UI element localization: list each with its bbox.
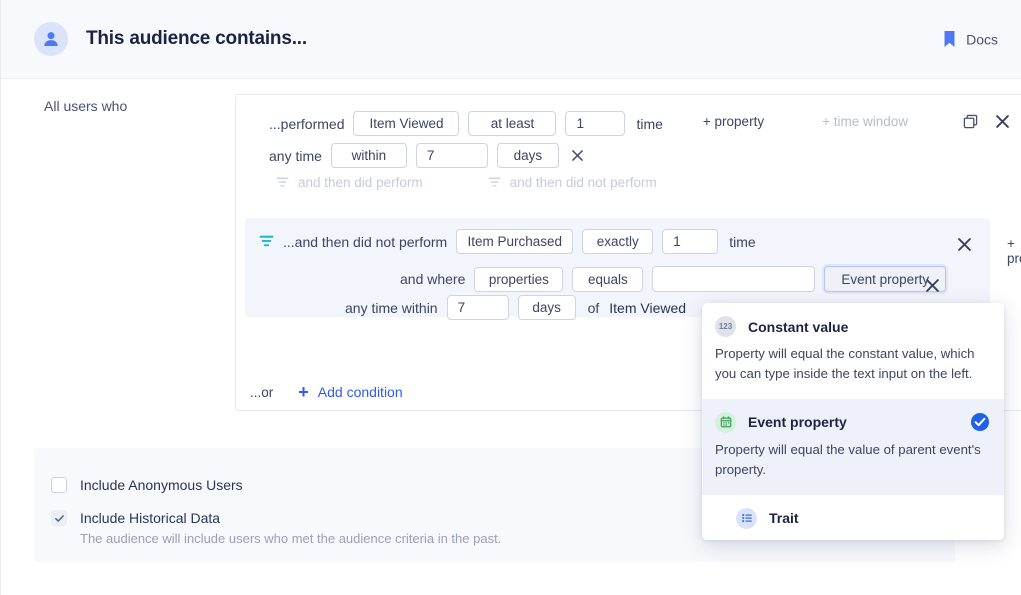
calendar-icon (715, 412, 736, 433)
condition1-row-time: any time within 7 days (269, 143, 587, 168)
event-select[interactable]: Item Viewed (353, 111, 459, 136)
dropdown-item-title: Event property (748, 414, 847, 430)
check-icon (54, 513, 65, 524)
dropdown-item-description: Property will equal the value of parent … (715, 440, 989, 481)
condition2-time-value-input[interactable]: 7 (447, 295, 509, 320)
avatar (34, 22, 68, 56)
dropdown-item-description: Property will equal the constant value, … (715, 344, 989, 385)
condition2-event-select[interactable]: Item Purchased (456, 229, 573, 254)
docs-label: Docs (966, 31, 998, 47)
dropdown-item-header: 123 Constant value (715, 316, 989, 337)
include-anonymous-checkbox[interactable] (51, 477, 67, 493)
include-historical-label: Include Historical Data (80, 510, 501, 526)
remove-time-window-icon[interactable] (569, 147, 587, 165)
add-time-window-button[interactable]: + time window (822, 114, 908, 129)
plus-icon: + (298, 383, 309, 401)
where-close-icon[interactable] (923, 276, 941, 294)
condition2-close-icon[interactable] (955, 235, 973, 253)
condition2-time-label: any time within (345, 300, 438, 316)
all-users-label: All users who (44, 98, 127, 114)
filter-icon (276, 176, 289, 189)
count-suffix: time (636, 116, 662, 132)
condition2-operator-select[interactable]: exactly (582, 229, 653, 254)
and-then-did-perform-link[interactable]: and then did perform (276, 175, 423, 190)
time-operator-select[interactable]: within (331, 143, 407, 168)
dropdown-item-constant-value[interactable]: 123 Constant value Property will equal t… (702, 303, 1004, 399)
dropdown-item-header: Trait (715, 508, 989, 529)
where-value-input[interactable] (652, 266, 815, 292)
count-input[interactable]: 1 (565, 111, 625, 136)
add-condition-button[interactable]: + Add condition (298, 383, 402, 401)
filter-icon (259, 234, 274, 249)
include-anonymous-row[interactable]: Include Anonymous Users (51, 477, 243, 493)
dropdown-item-event-property[interactable]: Event property Property will equal the v… (702, 399, 1004, 495)
dropdown-item-title: Constant value (748, 319, 848, 335)
value-type-dropdown: 123 Constant value Property will equal t… (702, 303, 1004, 540)
and-then-did-not-perform-link[interactable]: and then did not perform (488, 175, 657, 190)
add-condition-label: Add condition (318, 384, 403, 400)
of-event-value: Item Viewed (609, 300, 686, 316)
then-links-row: and then did perform and then did not pe… (276, 175, 657, 190)
and-then-did-perform-label: and then did perform (298, 175, 423, 190)
condition2-count-input[interactable]: 1 (662, 229, 718, 254)
dropdown-item-trait[interactable]: Trait Property will equal the value of s… (702, 495, 1004, 540)
filter-icon (488, 176, 501, 189)
dropdown-item-header: Event property (715, 412, 989, 433)
condition2-add-property-button[interactable]: + property (1007, 236, 1021, 266)
condition1-row-performed: ...performed Item Viewed at least 1 time (269, 111, 663, 136)
and-then-did-not-perform-label: and then did not perform (510, 175, 657, 190)
docs-link[interactable]: Docs (943, 31, 998, 48)
time-label: any time (269, 148, 322, 164)
close-icon[interactable] (992, 111, 1012, 131)
condition2-row-time: any time within 7 days of Item Viewed (345, 295, 686, 320)
condition2-count-suffix: time (729, 234, 755, 250)
page-header: This audience contains... Docs (1, 0, 1021, 79)
time-value-input[interactable]: 7 (416, 143, 488, 168)
condition2-row-event: ...and then did not perform Item Purchas… (259, 229, 756, 254)
of-label: of (588, 300, 600, 316)
include-historical-checkbox[interactable] (51, 510, 67, 526)
time-unit-select[interactable]: days (497, 143, 559, 168)
add-property-button[interactable]: + property (703, 114, 764, 129)
bookmark-icon (943, 31, 956, 48)
operator-select[interactable]: at least (468, 111, 556, 136)
dropdown-item-title: Trait (769, 510, 799, 526)
list-icon (736, 508, 757, 529)
condition1-actions: + property + time window (703, 111, 1012, 131)
condition2-label: ...and then did not perform (283, 234, 447, 250)
number-123-icon: 123 (715, 316, 736, 337)
include-historical-row[interactable]: Include Historical Data The audience wil… (51, 510, 501, 546)
duplicate-icon[interactable] (960, 111, 980, 131)
performed-label: ...performed (269, 116, 344, 132)
where-operator-select[interactable]: equals (572, 267, 643, 292)
check-circle-icon (971, 413, 989, 431)
audience-builder-page: This audience contains... Docs All users… (0, 0, 1021, 595)
user-avatar-icon (41, 29, 61, 49)
or-add-condition-row: ...or + Add condition (250, 383, 403, 401)
page-title: This audience contains... (86, 28, 307, 50)
or-label: ...or (250, 385, 273, 400)
include-anonymous-label: Include Anonymous Users (80, 477, 243, 493)
where-field-select[interactable]: properties (474, 267, 563, 292)
where-label: and where (400, 271, 465, 287)
dropdown-item-description: Property will equal the value of specifi… (715, 536, 989, 540)
condition2-row-where: and where properties equals Event proper… (400, 266, 946, 292)
include-historical-description: The audience will include users who met … (80, 531, 501, 546)
condition2-time-unit-select[interactable]: days (518, 295, 576, 320)
